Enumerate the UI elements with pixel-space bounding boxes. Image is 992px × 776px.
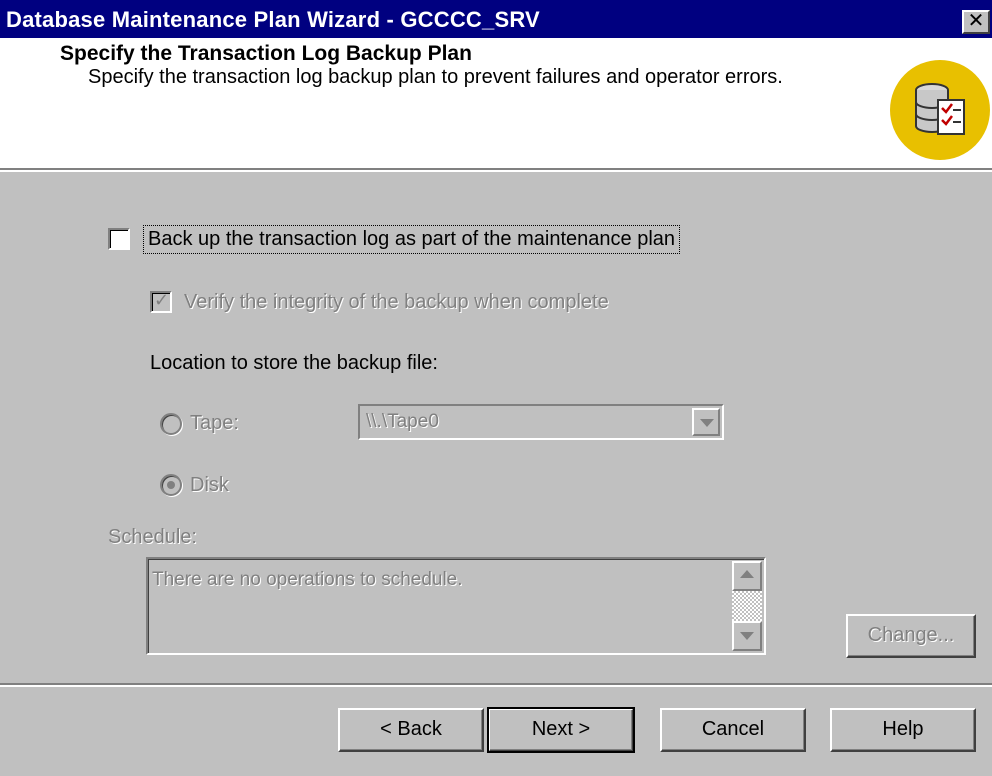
page-title: Specify the Transaction Log Backup Plan: [60, 42, 472, 65]
verify-backup-label: Verify the integrity of the backup when …: [184, 291, 609, 313]
arrow-down-icon: [740, 632, 754, 640]
back-button[interactable]: < Back: [338, 708, 484, 752]
schedule-label: Schedule:: [108, 526, 197, 548]
window-title: Database Maintenance Plan Wizard - GCCCC…: [6, 7, 540, 32]
schedule-scrollbar[interactable]: [732, 561, 762, 651]
help-button[interactable]: Help: [830, 708, 976, 752]
schedule-textbox[interactable]: There are no operations to schedule.: [146, 557, 766, 655]
database-checklist-icon: [890, 60, 990, 160]
tape-radio[interactable]: [160, 413, 182, 435]
verify-backup-checkbox[interactable]: ✓: [150, 290, 172, 313]
next-button[interactable]: Next >: [487, 707, 635, 753]
scroll-down-button[interactable]: [732, 621, 762, 651]
chevron-down-icon: [700, 419, 714, 427]
dropdown-button[interactable]: [692, 408, 720, 436]
disk-radio[interactable]: [160, 474, 182, 496]
footer-separator: [0, 683, 992, 687]
scroll-up-button[interactable]: [732, 561, 762, 591]
location-label: Location to store the backup file:: [150, 352, 438, 374]
close-icon: ✕: [967, 10, 985, 32]
arrow-up-icon: [740, 570, 754, 578]
schedule-text: There are no operations to schedule.: [152, 569, 463, 590]
backup-log-checkbox[interactable]: [108, 228, 130, 250]
page-subtitle: Specify the transaction log backup plan …: [88, 66, 783, 88]
backup-log-label[interactable]: Back up the transaction log as part of t…: [142, 225, 681, 254]
tape-device-select[interactable]: \\.\Tape0: [358, 404, 724, 440]
check-mark-icon: ✓: [154, 290, 170, 310]
disk-label: Disk: [190, 474, 229, 496]
cancel-button[interactable]: Cancel: [660, 708, 806, 752]
change-button[interactable]: Change...: [846, 614, 976, 658]
tape-label: Tape:: [190, 412, 239, 434]
close-button[interactable]: ✕: [962, 10, 990, 34]
radio-selected-dot: [167, 481, 175, 489]
title-bar: Database Maintenance Plan Wizard - GCCCC…: [0, 0, 992, 38]
tape-device-value: \\.\Tape0: [366, 411, 439, 432]
